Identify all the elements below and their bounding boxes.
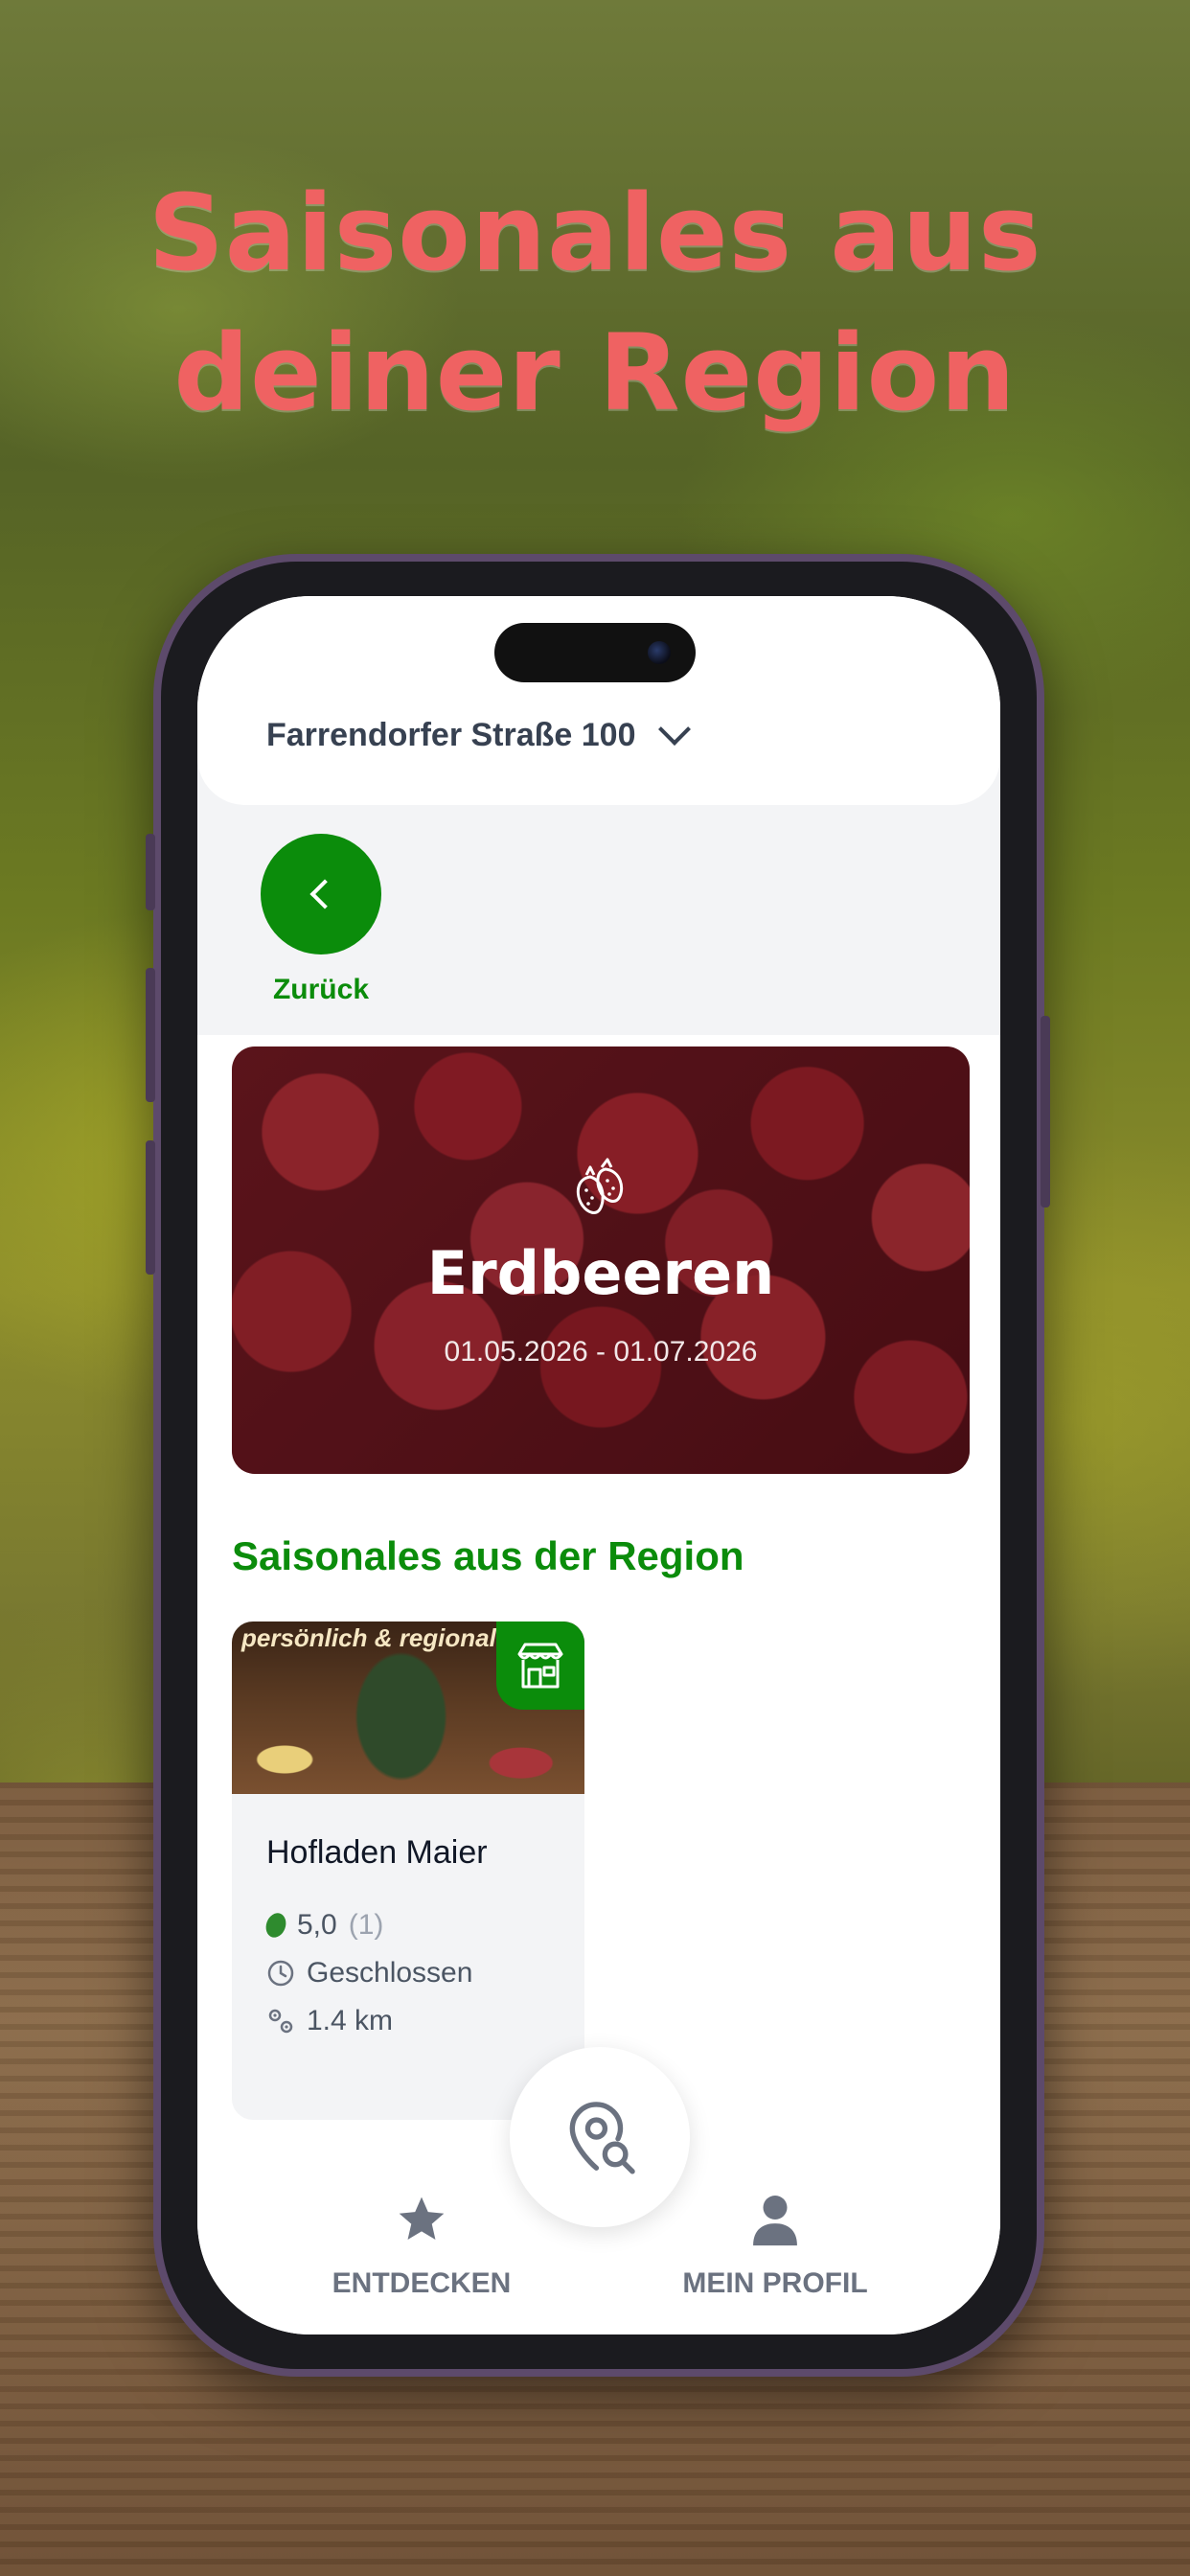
star-icon [399, 2196, 445, 2240]
leaf-icon [263, 1910, 289, 1941]
back-button[interactable] [261, 834, 381, 954]
season-hero-card: Erdbeeren 01.05.2026 - 01.07.2026 [232, 1046, 970, 1474]
shop-image-caption: persönlich & regional [241, 1623, 496, 1652]
section-title: Saisonales aus der Region [232, 1533, 744, 1578]
address-selector[interactable]: Farrendorfer Straße 100 [266, 712, 691, 754]
location-search-icon [569, 2102, 635, 2174]
nav-discover-label: ENTDECKEN [332, 2267, 512, 2299]
app-screen: Farrendorfer Straße 100 Zurück Erdbeeren… [197, 596, 1000, 2334]
shop-rating: 5,0 (1) [263, 1909, 384, 1942]
phone-side-button [146, 834, 155, 910]
dynamic-island [494, 623, 696, 682]
nav-profile[interactable]: MEIN PROFIL [675, 2193, 876, 2300]
address-text: Farrendorfer Straße 100 [266, 717, 636, 753]
nav-discover[interactable]: ENTDECKEN [328, 2193, 515, 2300]
person-icon [753, 2196, 797, 2246]
phone-volume-down [146, 1140, 155, 1275]
nav-profile-label: MEIN PROFIL [682, 2267, 868, 2299]
status-text: Geschlossen [307, 1957, 473, 1989]
headline-line-2: deiner Region [173, 311, 1017, 434]
route-icon [268, 2009, 293, 2034]
shop-card[interactable]: persönlich & regional Hofladen Maier 5,0… [232, 1622, 584, 2120]
headline-line-1: Saisonales aus [148, 172, 1042, 294]
chevron-down-icon [657, 712, 691, 746]
clock-icon [267, 1960, 294, 1987]
shop-distance: 1.4 km [266, 2005, 393, 2037]
season-dates: 01.05.2026 - 01.07.2026 [444, 1336, 758, 1368]
shop-status: Geschlossen [266, 1957, 472, 1990]
chevron-left-icon [309, 879, 340, 909]
phone-volume-up [146, 968, 155, 1102]
camera-icon [648, 641, 671, 664]
rating-value: 5,0 [297, 1909, 337, 1941]
shop-name: Hofladen Maier [266, 1834, 488, 1871]
market-stall-icon [496, 1622, 584, 1710]
rating-count: (1) [348, 1909, 384, 1941]
marketing-headline: Saisonales aus deiner Region [0, 163, 1190, 443]
map-search-button[interactable] [510, 2047, 690, 2227]
back-label[interactable]: Zurück [261, 974, 381, 1006]
season-title: Erdbeeren [426, 1238, 775, 1308]
distance-text: 1.4 km [307, 2005, 394, 2036]
strawberry-icon [576, 1158, 624, 1214]
phone-power-button [1041, 1016, 1050, 1208]
